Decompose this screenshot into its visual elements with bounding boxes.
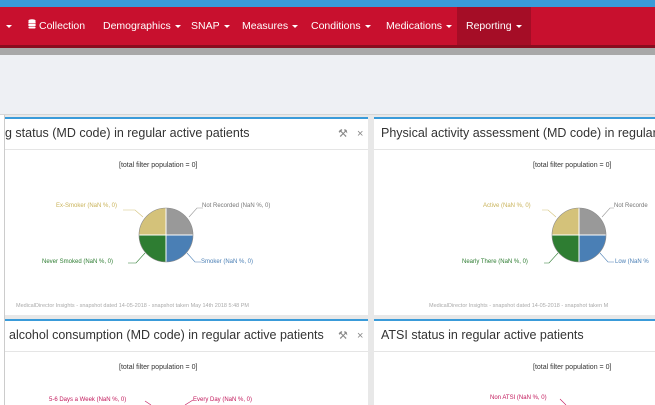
nav-item-reporting[interactable]: Reporting <box>457 7 531 45</box>
nav-item-label: Conditions <box>311 20 361 32</box>
nav-item-label: Demographics <box>103 20 171 32</box>
pie-slice-smoker <box>166 235 193 262</box>
slice-label-every-day: Every Day (NaN %, 0) <box>193 397 253 403</box>
panel-footer: MedicalDirector Insights - snapshot date… <box>16 303 249 309</box>
toolbar-area <box>0 55 655 115</box>
panel-atsi-status: ATSI status in regular active patients [… <box>374 319 655 405</box>
slice-label-not-recorded: Not Recorded (NaN %, 0) <box>202 203 271 209</box>
nav-item-measures[interactable]: Measures <box>242 7 299 45</box>
pie-chart <box>542 207 614 264</box>
chevron-down-icon <box>364 24 371 28</box>
pie-slice-active <box>552 208 579 235</box>
nav-item-label: Measures <box>242 20 289 32</box>
nav-item-label: Medications <box>386 20 443 32</box>
panel-footer: MedicalDirector Insights - snapshot date… <box>429 303 609 309</box>
database-icon <box>28 7 36 45</box>
panel-smoking-status: g status (MD code) in regular active pat… <box>5 117 368 315</box>
nav-menu-caret[interactable] <box>2 7 12 45</box>
nav-item-demographics[interactable]: Demographics <box>103 7 181 45</box>
pie-slice-never-smoked <box>139 235 166 262</box>
pie-chart <box>123 207 203 264</box>
slice-label-ex-smoker: Ex-Smoker (NaN %, 0) <box>56 203 118 209</box>
chevron-down-icon <box>292 24 299 28</box>
pie-slice-not-recorded <box>166 208 193 235</box>
pie-slice-low <box>579 235 606 262</box>
slice-label-nearly-there: Nearly There (NaN %, 0) <box>462 259 528 265</box>
nav-item-snap[interactable]: SNAP <box>191 7 230 45</box>
nav-item-label: SNAP <box>191 20 220 32</box>
slice-label-non-atsi: Non ATSI (NaN %, 0) <box>490 395 547 401</box>
slice-label-smoker: Smoker (NaN %, 0) <box>201 259 254 265</box>
pie-slice-nearly-there <box>552 235 579 262</box>
chevron-down-icon <box>515 24 522 28</box>
pie-slice-ex-smoker <box>139 208 166 235</box>
leader-lines <box>559 398 567 405</box>
left-window-edge <box>0 115 5 405</box>
main-navbar: Collection Demographics SNAP Measures Co… <box>0 7 655 48</box>
nav-shadow-bar <box>0 48 655 55</box>
chevron-down-icon <box>223 24 230 28</box>
nav-item-conditions[interactable]: Conditions <box>311 7 371 45</box>
top-accent-line <box>0 0 655 7</box>
slice-label-5-6-days: 5-6 Days a Week (NaN %, 0) <box>49 397 127 403</box>
chevron-down-icon <box>174 24 181 28</box>
slice-label-low: Low (NaN % <box>615 259 649 265</box>
slice-label-not-recorded: Not Recorde <box>614 203 648 209</box>
pie-slice-not-recorded <box>579 208 606 235</box>
nav-item-medications[interactable]: Medications <box>386 7 453 45</box>
nav-item-collection[interactable]: Collection <box>28 7 85 45</box>
slice-label-never-smoked: Never Smoked (NaN %, 0) <box>42 259 114 265</box>
panel-physical-activity: Physical activity assessment (MD code) i… <box>374 117 655 315</box>
panel-alcohol-consumption: alcohol consumption (MD code) in regular… <box>5 319 368 405</box>
nav-item-label: Collection <box>39 20 86 32</box>
slice-label-active: Active (NaN %, 0) <box>483 203 531 209</box>
chevron-down-icon <box>446 24 453 28</box>
leader-lines <box>144 399 194 405</box>
nav-item-label: Reporting <box>466 20 512 32</box>
